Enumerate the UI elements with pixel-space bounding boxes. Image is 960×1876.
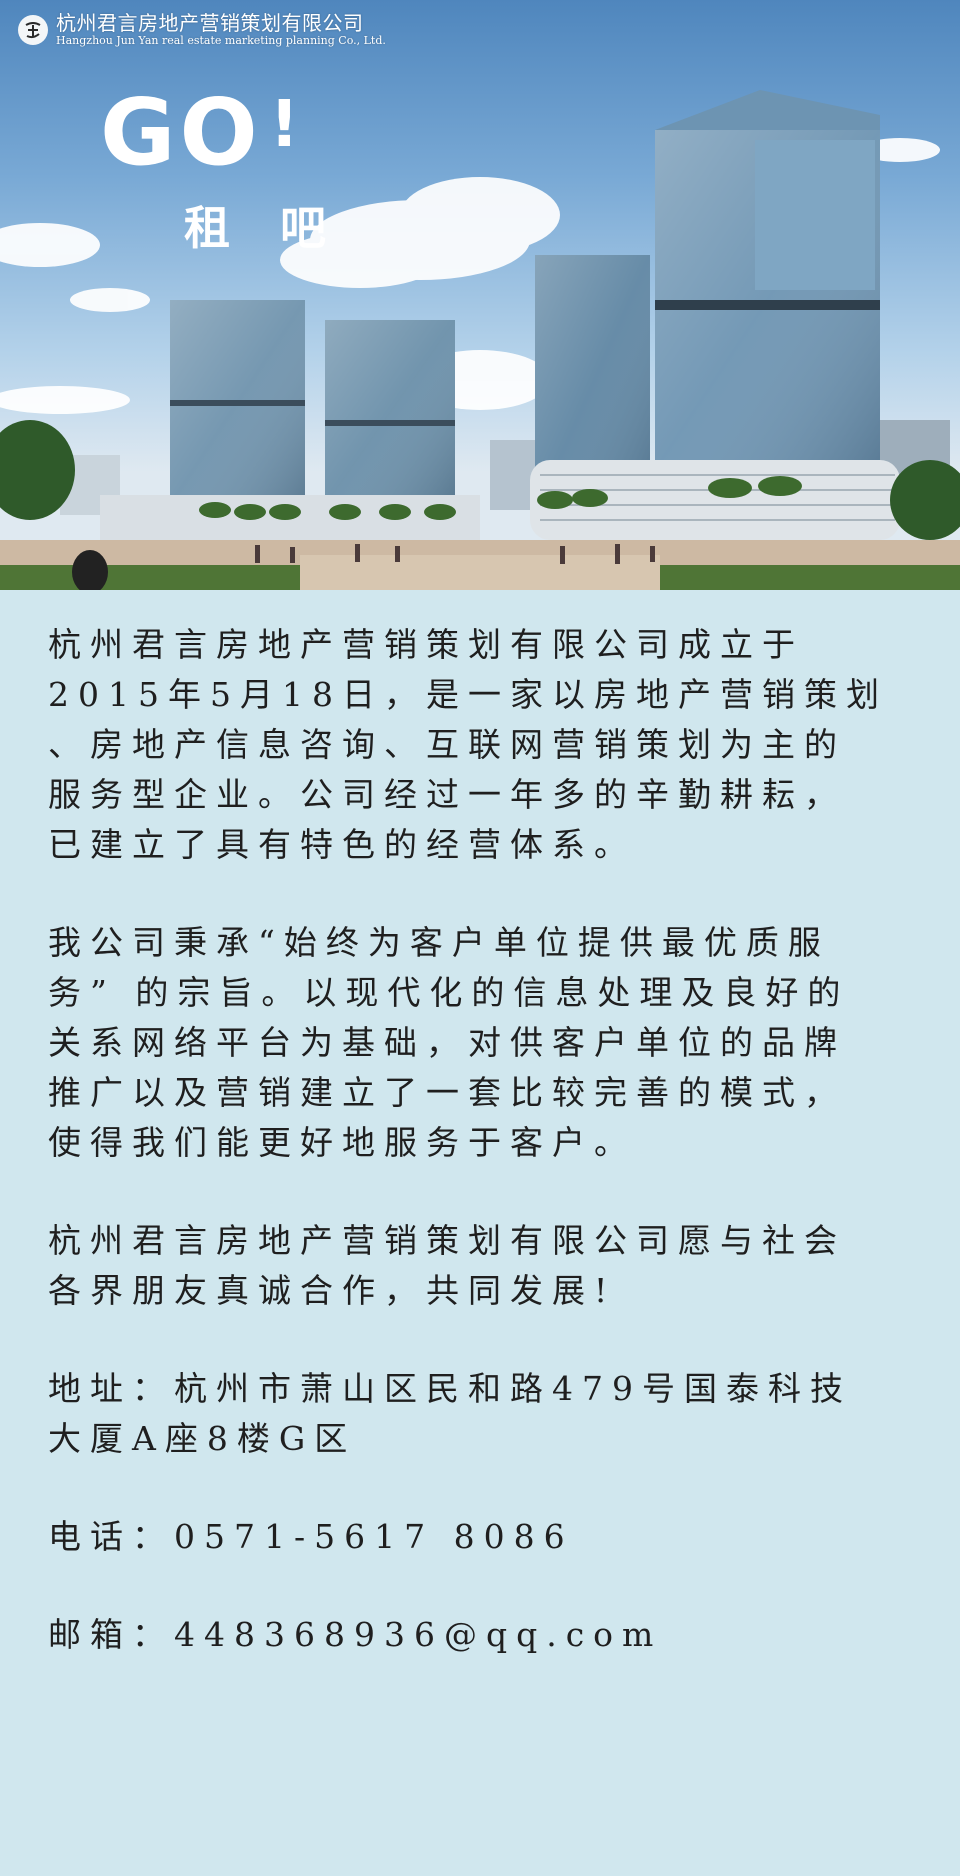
address-text: 地址：杭州市萧山区民和路479号国泰科技 大厦A座8楼G区 <box>48 1369 852 1458</box>
hero-headline: GO! 租吧 <box>100 80 376 258</box>
email-text: 邮箱：448368936@qq.com <box>48 1615 663 1654</box>
headline-mark: ! <box>269 88 299 162</box>
closing-paragraph: 杭州君言房地产营销策划有限公司愿与社会 各界朋友真诚合作，共同发展! <box>48 1221 846 1310</box>
hero-banner: 杭州君言房地产营销策划有限公司 Hangzhou Jun Yan real es… <box>0 0 960 590</box>
company-seal-logo-icon <box>18 14 48 45</box>
company-name-cn: 杭州君言房地产营销策划有限公司 <box>56 11 364 35</box>
company-logo: 杭州君言房地产营销策划有限公司 Hangzhou Jun Yan real es… <box>18 12 386 48</box>
headline-go: GO <box>100 79 262 186</box>
company-name-en: Hangzhou Jun Yan real estate marketing p… <box>56 34 386 47</box>
phone-text: 电话：0571-5617 8086 <box>48 1517 574 1556</box>
headline-sub: 租吧 <box>184 201 376 255</box>
intro-paragraph: 杭州君言房地产营销策划有限公司成立于 2015年5月18日，是一家以房地产营销策… <box>48 625 888 864</box>
mission-paragraph: 我公司秉承“始终为客户单位提供最优质服 务” 的宗旨。以现代化的信息处理及良好的… <box>48 923 850 1162</box>
company-intro-section: 杭州君言房地产营销策划有限公司成立于 2015年5月18日，是一家以房地产营销策… <box>48 620 928 1708</box>
